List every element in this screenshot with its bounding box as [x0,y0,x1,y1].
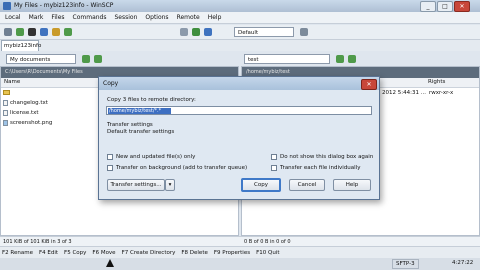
file-row[interactable]: changelog.txt [3,99,48,107]
refresh-icon[interactable] [192,28,200,36]
remote-row-rights: rwxr-xr-x [429,90,454,96]
new-updated-only-checkbox[interactable] [107,154,113,160]
settings-gear-icon[interactable] [300,28,308,36]
preferences-icon[interactable] [4,28,12,36]
transfer-individually-label: Transfer each file individually [280,165,361,171]
parent-folder-icon [3,90,10,95]
help-button[interactable]: Help [333,179,371,191]
copy-button[interactable]: Copy [241,178,281,192]
transfer-icon[interactable] [204,28,212,36]
file-row[interactable]: screenshot.png [3,119,52,127]
f7-create-directory-button[interactable]: F7 Create Directory [122,247,176,258]
f5-copy-button[interactable]: F5 Copy [64,247,86,258]
f6-move-button[interactable]: F6 Move [92,247,115,258]
chevron-down-icon: ▾ [168,182,172,188]
clock: 4:27:22 [452,260,474,266]
new-session-icon[interactable] [64,28,72,36]
menu-bar: Local Mark Files Commands Session Option… [0,12,480,24]
background-transfer-label: Transfer on background (add to transfer … [116,165,248,171]
window-title: My Files - mybiz123info - WinSCP [14,2,114,9]
remote-col-rights[interactable]: Rights [428,78,445,87]
terminal-icon[interactable] [28,28,36,36]
maximize-button[interactable]: □ [437,1,453,12]
transfer-settings-dropdown[interactable]: ▾ [165,179,175,191]
text-file-icon [3,99,8,106]
cancel-button[interactable]: Cancel [289,179,325,191]
compare-icon[interactable] [52,28,60,36]
remote-location-select[interactable]: test [244,54,330,64]
protocol-indicator: SFTP-3 [392,259,419,269]
background-transfer-checkbox[interactable] [107,165,113,171]
close-window-button[interactable]: ✕ [454,1,470,12]
minimize-button[interactable]: _ [420,1,436,12]
new-updated-only-label: New and updated file(s) only [116,154,196,160]
local-forward-icon[interactable] [94,55,102,63]
transfer-settings-button[interactable]: Transfer settings... [107,179,165,191]
dont-show-again-checkbox[interactable] [271,154,277,160]
f4-edit-button[interactable]: F4 Edit [39,247,58,258]
transfer-settings-heading: Transfer settings [107,122,153,128]
sync-icon[interactable] [16,28,24,36]
transfer-settings-value: Default transfer settings [107,129,175,135]
menu-session[interactable]: Session [115,12,138,23]
menu-commands[interactable]: Commands [73,12,107,23]
transfer-settings-select[interactable]: Default [234,27,294,37]
f8-delete-button[interactable]: F8 Delete [181,247,207,258]
menu-mark[interactable]: Mark [29,12,44,23]
text-file-icon [3,109,8,116]
copy-dialog: Copy ✕ Copy 3 files to remote directory:… [98,76,380,200]
remote-row-date: 2012 5:44:31 ... [382,90,426,96]
menu-local[interactable]: Local [5,12,21,23]
queue-icon[interactable] [40,28,48,36]
menu-remote[interactable]: Remote [177,12,200,23]
function-key-bar: F2 Rename F4 Edit F5 Copy F6 Move F7 Cre… [0,246,480,258]
dont-show-again-label: Do not show this dialog box again [280,154,374,160]
window-titlebar: My Files - mybiz123info - WinSCP _ □ ✕ [0,0,480,12]
f2-rename-button[interactable]: F2 Rename [2,247,33,258]
remote-forward-icon[interactable] [348,55,356,63]
local-location-select[interactable]: My documents [6,54,76,64]
file-name: screenshot.png [10,120,53,126]
copy-prompt: Copy 3 files to remote directory: [107,97,196,103]
file-row[interactable]: license.txt [3,109,39,117]
menu-help[interactable]: Help [208,12,222,23]
find-icon[interactable] [180,28,188,36]
menu-options[interactable]: Options [145,12,168,23]
target-directory-value: /home/mybiz/test/*.* [108,108,171,114]
local-col-name[interactable]: Name [1,79,20,85]
dialog-close-button[interactable]: ✕ [361,79,377,90]
dialog-title: Copy [99,77,379,90]
image-file-icon [3,119,8,126]
file-name: license.txt [10,110,39,116]
file-name: changelog.txt [10,100,48,106]
mouse-cursor-icon [106,259,114,267]
parent-dir-row[interactable] [3,89,10,97]
tab-session[interactable]: mybiz123info [1,40,41,51]
session-tabs [0,40,480,51]
remote-back-icon[interactable] [336,55,344,63]
menu-files[interactable]: Files [51,12,64,23]
transfer-individually-checkbox[interactable] [271,165,277,171]
f9-properties-button[interactable]: F9 Properties [214,247,250,258]
local-back-icon[interactable] [82,55,90,63]
f10-quit-button[interactable]: F10 Quit [256,247,279,258]
app-icon [3,2,11,10]
target-directory-input[interactable]: /home/mybiz/test/*.* [106,106,372,115]
